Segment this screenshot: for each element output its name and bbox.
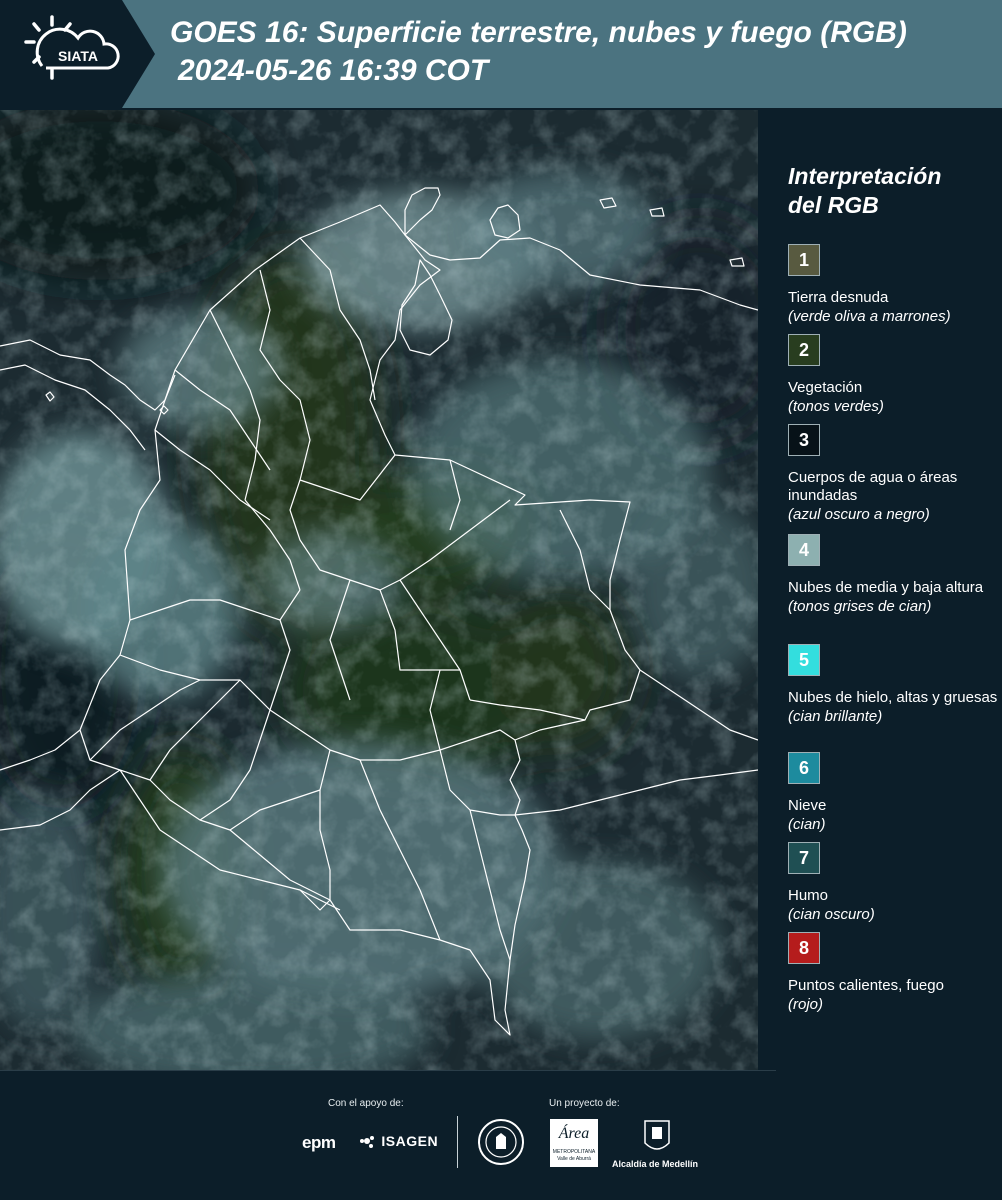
legend-item-ice-clouds: 5 Nubes de hielo, altas y gruesas (cian … <box>788 644 998 727</box>
legend-title-line-2: del RGB <box>788 192 879 218</box>
siata-logo-text: SIATA <box>58 48 98 64</box>
area-logo-line-2: Valle de Aburrá <box>557 1156 591 1162</box>
page-title: GOES 16: Superficie terrestre, nubes y f… <box>170 14 1000 90</box>
legend-item-smoke: 7 Humo (cian oscuro) <box>788 842 998 925</box>
legend-label: Nubes de hielo, altas y gruesas <box>788 689 998 706</box>
title-line-2: 2024-05-26 16:39 COT <box>178 54 489 87</box>
legend-item-water: 3 Cuerpos de agua o áreas inundadas (azu… <box>788 424 998 525</box>
legend-swatch: 5 <box>788 644 820 676</box>
legend-sublabel: (azul oscuro a negro) <box>788 506 930 523</box>
footer-vertical-divider <box>457 1116 458 1168</box>
legend-label: Cuerpos de agua o áreas inundadas <box>788 469 958 504</box>
legend-item-bare-soil: 1 Tierra desnuda (verde oliva a marrones… <box>788 244 998 327</box>
title-line-1: GOES 16: Superficie terrestre, nubes y f… <box>170 16 907 49</box>
legend-label: Tierra desnuda <box>788 289 889 306</box>
legend-swatch: 6 <box>788 752 820 784</box>
legend-swatch: 4 <box>788 534 820 566</box>
legend-item-fire: 8 Puntos calientes, fuego (rojo) <box>788 932 998 1015</box>
isagen-icon <box>360 1134 374 1148</box>
alcaldia-label: Alcaldía de Medellín <box>612 1159 699 1169</box>
support-label: Con el apoyo de: <box>328 1098 404 1109</box>
legend-item-vegetation: 2 Vegetación (tonos verdes) <box>788 334 998 417</box>
legend-swatch: 2 <box>788 334 820 366</box>
siata-logo[interactable]: SIATA <box>0 0 160 108</box>
footer: Con el apoyo de: Un proyecto de: epm ISA… <box>0 1071 1002 1200</box>
area-metropolitana-logo[interactable]: Área METROPOLITANA Valle de Aburrá <box>550 1119 598 1167</box>
project-label: Un proyecto de: <box>549 1098 620 1109</box>
legend-swatch: 3 <box>788 424 820 456</box>
rgb-legend: Interpretación del RGB 1 Tierra desnuda … <box>776 162 998 1013</box>
legend-sublabel: (rojo) <box>788 996 824 1013</box>
legend-item-mid-low-clouds: 4 Nubes de media y baja altura (tonos gr… <box>788 534 998 617</box>
area-logo-line-1: METROPOLITANA <box>552 1149 596 1155</box>
legend-swatch: 7 <box>788 842 820 874</box>
legend-swatch: 1 <box>788 244 820 276</box>
legend-swatch: 8 <box>788 932 820 964</box>
epm-logo[interactable]: epm <box>302 1133 336 1153</box>
medellin-seal-icon[interactable] <box>478 1119 524 1165</box>
legend-sublabel: (tonos grises de cian) <box>788 598 932 615</box>
medellin-shield-icon <box>644 1120 670 1150</box>
legend-sublabel: (cian brillante) <box>788 708 883 725</box>
isagen-logo[interactable]: ISAGEN <box>360 1133 438 1149</box>
satellite-map[interactable] <box>0 110 758 1070</box>
legend-label: Vegetación <box>788 379 863 396</box>
legend-label: Nieve <box>788 797 827 814</box>
isagen-text: ISAGEN <box>381 1133 439 1149</box>
legend-label: Nubes de media y baja altura <box>788 579 984 596</box>
legend-item-snow: 6 Nieve (cian) <box>788 752 998 835</box>
legend-sublabel: (cian oscuro) <box>788 906 875 923</box>
area-logo-word: Área <box>558 1125 590 1142</box>
legend-sublabel: (tonos verdes) <box>788 398 884 415</box>
header-bar: SIATA GOES 16: Superficie terrestre, nub… <box>0 0 1002 108</box>
legend-label: Puntos calientes, fuego <box>788 977 944 994</box>
legend-sublabel: (cian) <box>788 816 826 833</box>
legend-sublabel: (verde oliva a marrones) <box>788 308 951 325</box>
legend-title: Interpretación del RGB <box>788 162 998 220</box>
legend-title-line-1: Interpretación <box>788 163 942 189</box>
legend-label: Humo <box>788 887 829 904</box>
